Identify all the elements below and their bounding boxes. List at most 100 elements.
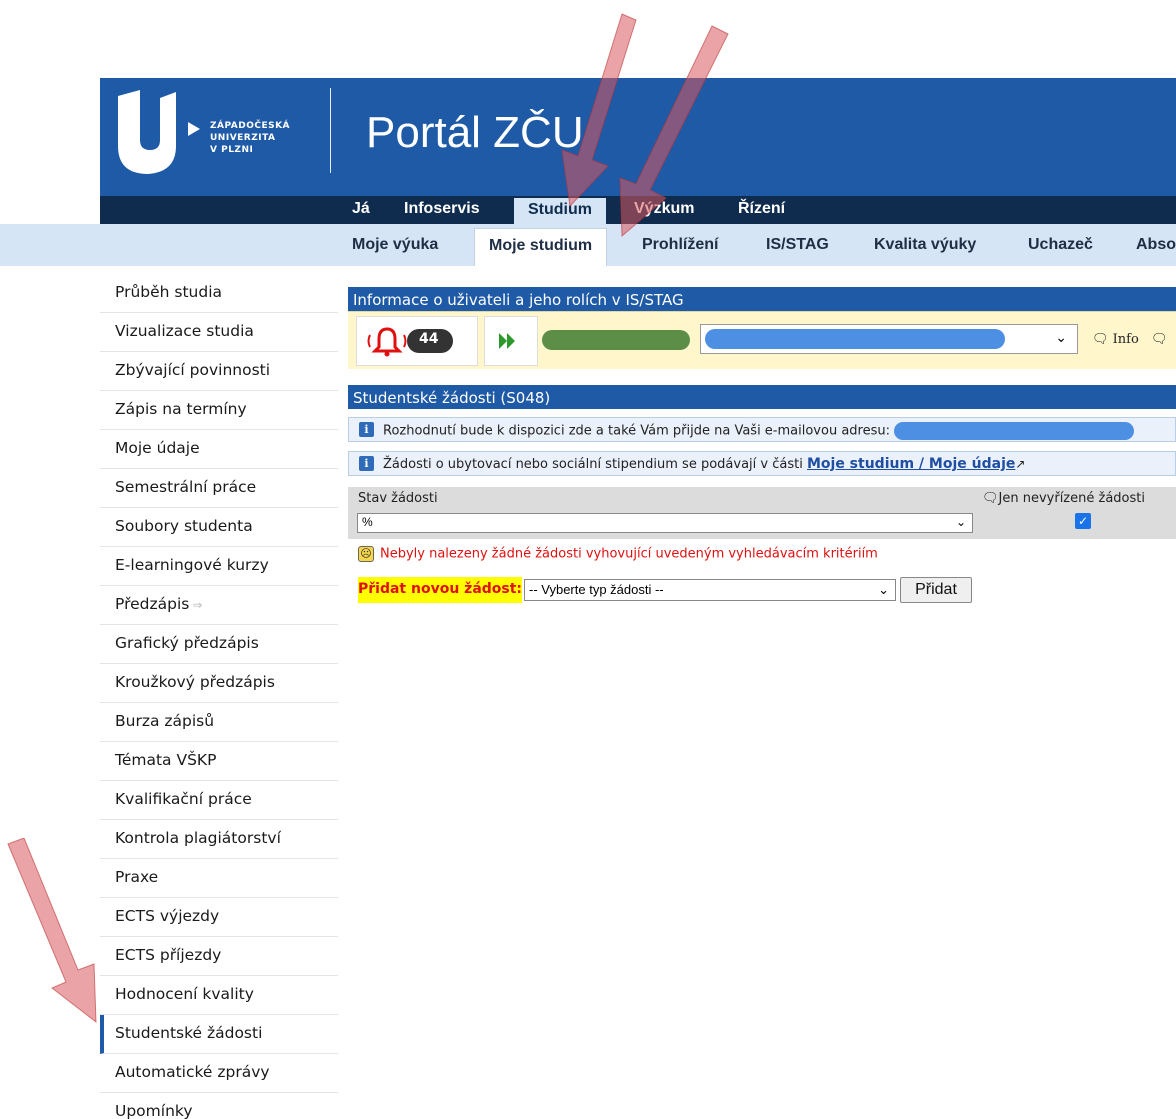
subtab-absolvent[interactable]: Abso (1136, 236, 1176, 254)
only-pending-checkbox[interactable]: ✓ (1075, 513, 1091, 529)
no-results-message: ☹ Nebyly nalezeny žádné žádosti vyhovujíc… (358, 546, 878, 562)
info-link-label: Info (1112, 332, 1139, 347)
sidebar-item-kontrola-plagiatorstvi[interactable]: Kontrola plagiátorství (100, 820, 338, 859)
sidebar-item-label: Průběh studia (115, 283, 223, 301)
sidebar: Průběh studia Vizualizace studia Zbývají… (100, 274, 338, 1119)
sidebar-item-label: Soubory studenta (115, 517, 253, 535)
comment-icon: 🗨 (1092, 332, 1109, 347)
sub-nav: Moje výuka Moje studium Prohlížení IS/ST… (0, 224, 1176, 266)
subtab-moje-vyuka[interactable]: Moje výuka (352, 236, 438, 254)
sidebar-item-moje-udaje[interactable]: Moje údaje (100, 430, 338, 469)
request-type-select[interactable]: -- Vyberte typ žádosti -- ⌄ (524, 579, 896, 601)
sidebar-item-studentske-zadosti[interactable]: Studentské žádosti (100, 1015, 338, 1054)
sidebar-item-label: Praxe (115, 868, 159, 886)
user-info-bar: 44 ⌄ 🗨 Info 🗨 (348, 311, 1176, 369)
sidebar-item-label: Zbývající povinnosti (115, 361, 271, 379)
external-link-icon: ↗ (1015, 457, 1026, 471)
role-select[interactable]: ⌄ (700, 324, 1078, 354)
request-filter: Stav žádosti 🗨Jen nevyřízené žádosti % ⌄… (348, 487, 1176, 539)
role-value-redacted (705, 329, 1005, 349)
requests-panel-title: Studentské žádosti (S048) (348, 385, 1176, 409)
sidebar-item-krouzkovy-predzapis[interactable]: Kroužkový předzápis (100, 664, 338, 703)
sidebar-item-semestralni-prace[interactable]: Semestrální práce (100, 469, 338, 508)
sidebar-item-ects-prijezdy[interactable]: ECTS příjezdy (100, 937, 338, 976)
sidebar-item-label: Upomínky (115, 1102, 193, 1119)
sidebar-item-label: Kontrola plagiátorství (115, 829, 281, 847)
info-link[interactable]: 🗨 Info 🗨 (1092, 332, 1167, 347)
request-type-select-value: -- Vyberte typ žádosti -- (529, 582, 664, 597)
sidebar-item-vizualizace-studia[interactable]: Vizualizace studia (100, 313, 338, 352)
add-request-label: Přidat novou žádost: (358, 577, 522, 603)
sidebar-item-graficky-predzapis[interactable]: Grafický předzápis (100, 625, 338, 664)
university-logo[interactable]: ZÁPADOČESKÁ UNIVERZITA V PLZNI (114, 88, 314, 188)
comment-icon: 🗨 (982, 491, 999, 506)
notification-count: 44 (419, 331, 439, 347)
sidebar-item-label: Kroužkový předzápis (115, 673, 275, 691)
only-pending-label-text: Jen nevyřízené žádosti (998, 491, 1145, 506)
subtab-uchazec[interactable]: Uchazeč (1028, 236, 1093, 254)
sidebar-item-e-learningove-kurzy[interactable]: E-learningové kurzy (100, 547, 338, 586)
chevron-down-icon: ⌄ (1055, 330, 1067, 346)
notifications-button[interactable]: 44 (356, 316, 478, 366)
sidebar-item-temata-vskp[interactable]: Témata VŠKP (100, 742, 338, 781)
decision-info-text: Rozhodnutí bude k dispozici zde a také V… (383, 423, 890, 439)
sidebar-item-label: Studentské žádosti (115, 1024, 263, 1042)
sidebar-item-burza-zapisu[interactable]: Burza zápisů (100, 703, 338, 742)
subtab-is-stag[interactable]: IS/STAG (766, 236, 829, 254)
external-arrow-icon: ⇒ (192, 598, 203, 612)
forward-button[interactable] (484, 316, 538, 366)
info-icon: i (359, 422, 374, 437)
sidebar-item-label: E-learningové kurzy (115, 556, 269, 574)
sidebar-item-label: Vizualizace studia (115, 322, 254, 340)
sidebar-item-predzapis[interactable]: Předzápis ⇒ (100, 586, 338, 625)
sidebar-item-praxe[interactable]: Praxe (100, 859, 338, 898)
annotation-arrow-studentske-zadosti (7, 838, 97, 1024)
comment-icon: 🗨 (1150, 332, 1168, 347)
sidebar-item-label: Zápis na termíny (115, 400, 247, 418)
no-results-text: Nebyly nalezeny žádné žádosti vyhovující… (380, 546, 878, 562)
sidebar-item-label: Hodnocení kvality (115, 985, 254, 1003)
annotation-arrow-moje-studium (619, 25, 729, 238)
university-name: ZÁPADOČESKÁ UNIVERZITA V PLZNI (210, 120, 290, 156)
housing-info-text: Žádosti o ubytovací nebo sociální stipen… (383, 457, 803, 472)
header-divider (330, 88, 331, 173)
page: ZÁPADOČESKÁ UNIVERZITA V PLZNI Portál ZČ… (0, 0, 1176, 1119)
sidebar-item-ects-vyjezdy[interactable]: ECTS výjezdy (100, 898, 338, 937)
sidebar-item-label: Témata VŠKP (115, 751, 217, 769)
status-select-value: % (362, 515, 373, 529)
sidebar-item-label: Moje údaje (115, 439, 200, 457)
only-pending-label: 🗨Jen nevyřízené žádosti (982, 491, 1145, 506)
sidebar-item-label: Automatické zprávy (115, 1063, 270, 1081)
sidebar-item-kvalifikacni-prace[interactable]: Kvalifikační práce (100, 781, 338, 820)
tab-infoservis[interactable]: Infoservis (404, 200, 480, 218)
university-name-line: UNIVERZITA (210, 133, 276, 143)
decision-info-message: i Rozhodnutí bude k dispozici zde a také… (348, 417, 1176, 442)
sidebar-item-label: Grafický předzápis (115, 634, 259, 652)
sidebar-item-prubeh-studia[interactable]: Průběh studia (100, 274, 338, 313)
chevron-down-icon: ⌄ (955, 515, 966, 529)
moje-udaje-link[interactable]: Moje studium / Moje údaje (807, 456, 1015, 472)
subtab-moje-studium[interactable]: Moje studium (474, 228, 608, 266)
sidebar-item-label: Burza zápisů (115, 712, 215, 730)
tab-rizeni[interactable]: Řízení (738, 200, 785, 218)
sidebar-item-label: Kvalifikační práce (115, 790, 252, 808)
info-icon: i (359, 456, 374, 471)
bell-icon (367, 327, 453, 357)
sidebar-item-soubory-studenta[interactable]: Soubory studenta (100, 508, 338, 547)
sidebar-item-zapis-na-terminy[interactable]: Zápis na termíny (100, 391, 338, 430)
university-name-line: V PLZNI (210, 145, 254, 155)
university-logo-mark (118, 90, 200, 174)
tab-ja[interactable]: Já (352, 200, 370, 218)
sidebar-item-automaticke-zpravy[interactable]: Automatické zprávy (100, 1054, 338, 1093)
sidebar-item-label: ECTS výjezdy (115, 907, 220, 925)
sidebar-item-upominky[interactable]: Upomínky (100, 1093, 338, 1119)
user-name-redacted (542, 330, 690, 350)
user-info-panel-title: Informace o uživateli a jeho rolích v IS… (348, 287, 1176, 311)
sidebar-item-zbyvajici-povinnosti[interactable]: Zbývající povinnosti (100, 352, 338, 391)
sidebar-item-hodnoceni-kvality[interactable]: Hodnocení kvality (100, 976, 338, 1015)
housing-info-message: i Žádosti o ubytovací nebo sociální stip… (348, 451, 1176, 476)
status-select[interactable]: % ⌄ (357, 513, 973, 533)
subtab-kvalita-vyuky[interactable]: Kvalita výuky (874, 236, 976, 254)
add-request-button[interactable]: Přidat (900, 577, 972, 603)
sidebar-item-label: Semestrální práce (115, 478, 257, 496)
